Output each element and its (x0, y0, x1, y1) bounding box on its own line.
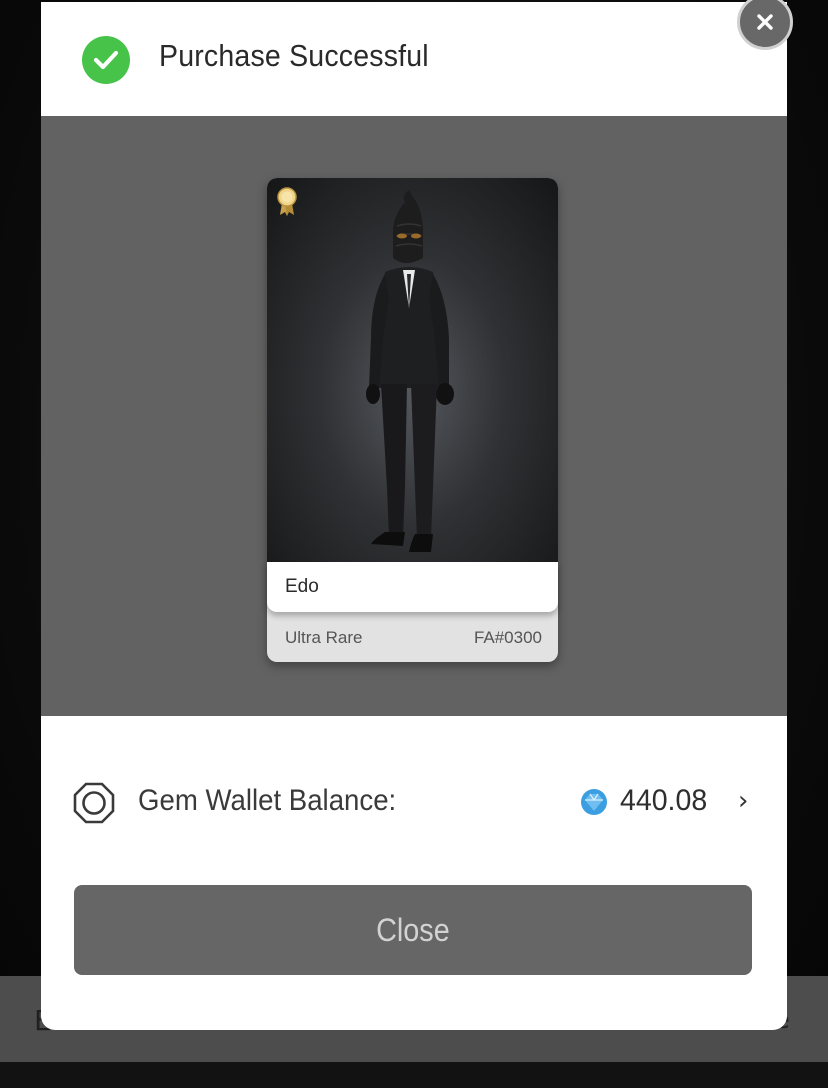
item-name: Edo (285, 576, 319, 597)
purchase-modal: Purchase Successful Edo Ultra Rare FA#03… (41, 2, 787, 1030)
close-button[interactable]: Close (74, 885, 752, 975)
blue-gem-icon (581, 789, 607, 815)
hexagon-ring-icon (73, 782, 115, 824)
item-card[interactable]: Edo Ultra Rare FA#0300 (267, 178, 558, 662)
character-figure (366, 190, 454, 552)
gem-wallet-row[interactable]: Gem Wallet Balance: 440.08 › (41, 762, 787, 844)
award-ribbon-icon (277, 187, 297, 216)
gem-wallet-label: Gem Wallet Balance: (138, 784, 397, 817)
item-rarity: Ultra Rare (285, 628, 363, 647)
gem-wallet-balance: 440.08 (620, 784, 708, 817)
close-button-label: Close (376, 911, 450, 948)
item-name-strip: Edo (267, 562, 558, 612)
chevron-right-icon[interactable]: › (738, 786, 748, 816)
item-image (267, 178, 558, 564)
modal-header: Purchase Successful (41, 2, 787, 116)
item-id: FA#0300 (473, 628, 542, 647)
background-lower-strip (0, 1062, 828, 1088)
check-circle-icon (82, 36, 130, 84)
item-preview-area: Edo Ultra Rare FA#0300 (41, 116, 787, 716)
modal-title: Purchase Successful (159, 38, 429, 73)
